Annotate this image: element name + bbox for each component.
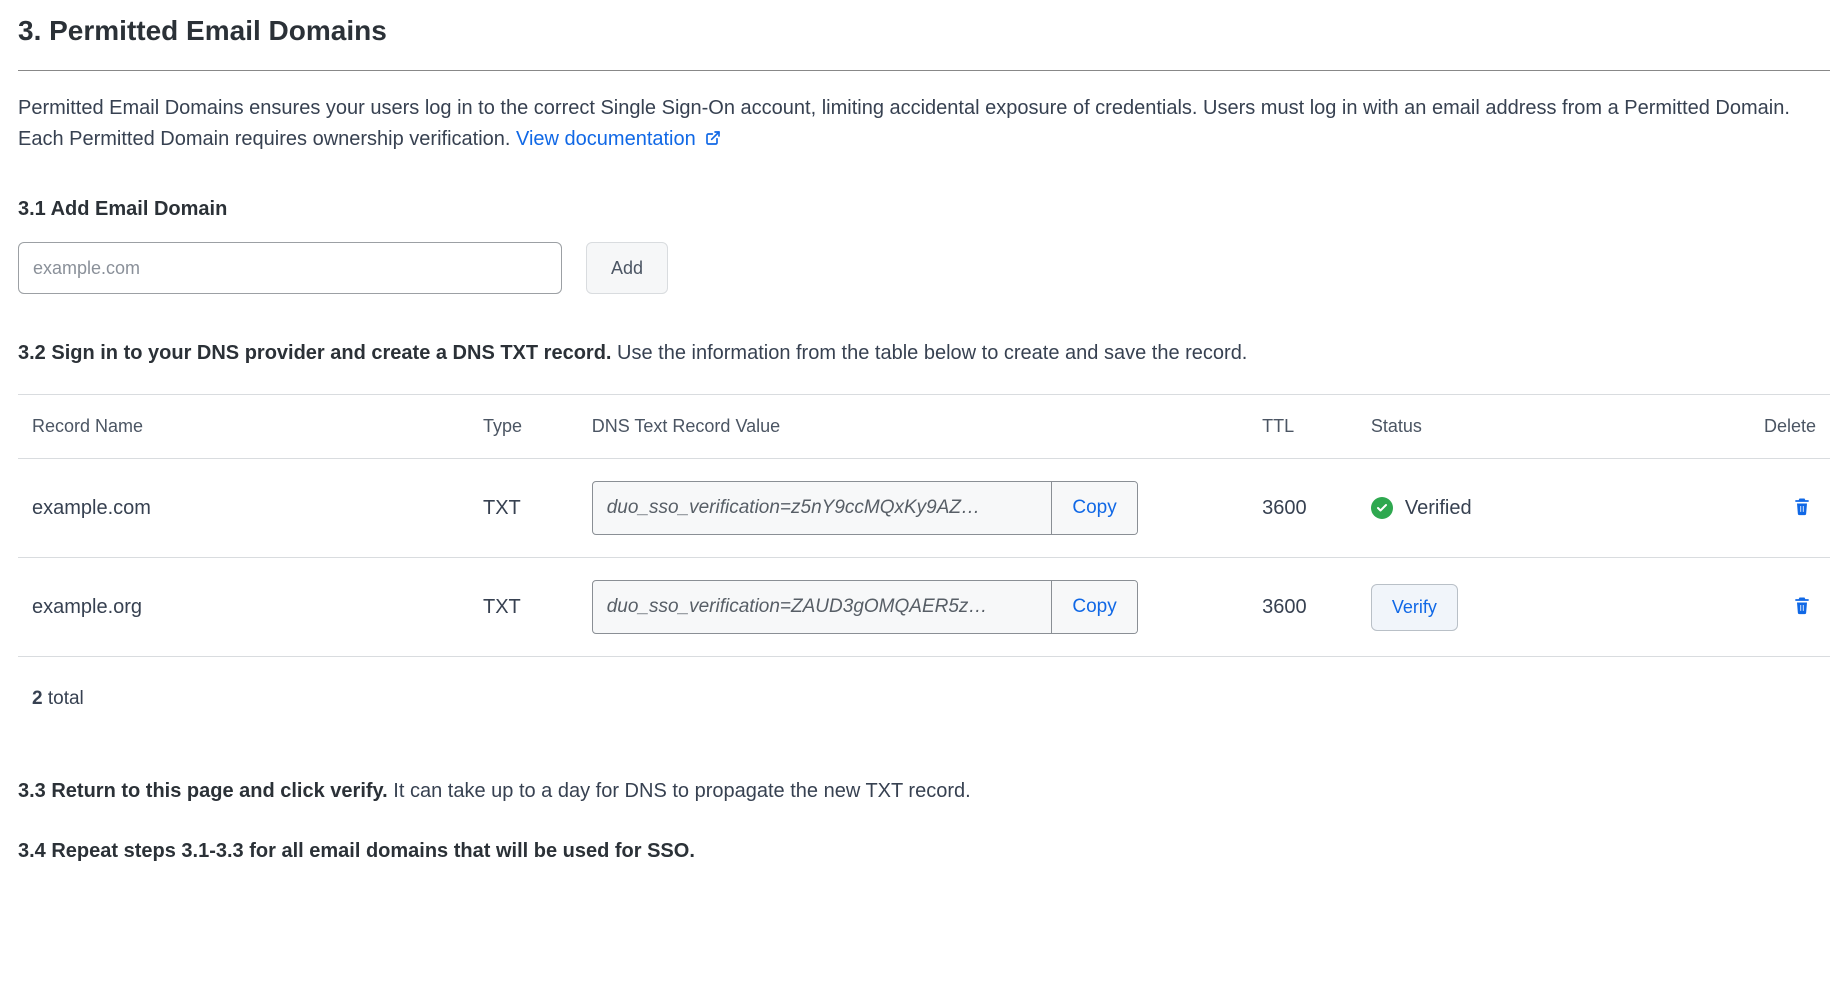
cell-ttl: 3600 <box>1250 558 1359 657</box>
copy-button[interactable]: Copy <box>1051 482 1136 534</box>
th-dns-value: DNS Text Record Value <box>580 395 1250 459</box>
section-title: 3. Permitted Email Domains <box>18 10 1830 52</box>
cell-delete <box>1685 558 1830 657</box>
cell-delete <box>1685 459 1830 558</box>
dns-value-text: duo_sso_verification=z5nY9ccMQxKy9AZ… <box>593 482 1052 534</box>
add-domain-row: Add <box>18 242 1830 294</box>
dns-value-text: duo_sso_verification=ZAUD3gOMQAER5z… <box>593 581 1052 633</box>
external-link-icon <box>705 125 721 156</box>
cell-dns-value: duo_sso_verification=z5nY9ccMQxKy9AZ…Cop… <box>580 459 1250 558</box>
domain-input[interactable] <box>18 242 562 294</box>
th-type: Type <box>471 395 580 459</box>
total-line: 2 total <box>18 685 1830 714</box>
step-3-1-heading: 3.1 Add Email Domain <box>18 194 1830 224</box>
delete-button[interactable] <box>1788 591 1816 622</box>
verify-button[interactable]: Verify <box>1371 584 1458 631</box>
th-status: Status <box>1359 395 1685 459</box>
dns-value-field: duo_sso_verification=z5nY9ccMQxKy9AZ…Cop… <box>592 481 1138 535</box>
step-3-2: 3.2 Sign in to your DNS provider and cre… <box>18 338 1830 368</box>
cell-status: Verify <box>1359 558 1685 657</box>
dns-value-field: duo_sso_verification=ZAUD3gOMQAER5z…Copy <box>592 580 1138 634</box>
intro-text: Permitted Email Domains ensures your use… <box>18 97 1790 150</box>
verified-label: Verified <box>1405 493 1472 523</box>
cell-ttl: 3600 <box>1250 459 1359 558</box>
section-divider <box>18 70 1830 71</box>
cell-type: TXT <box>471 558 580 657</box>
dns-records-table: Record Name Type DNS Text Record Value T… <box>18 394 1830 657</box>
step-3-4-bold: 3.4 Repeat steps 3.1-3.3 for all email d… <box>18 840 695 862</box>
th-ttl: TTL <box>1250 395 1359 459</box>
status-verified: Verified <box>1371 493 1673 523</box>
cell-dns-value: duo_sso_verification=ZAUD3gOMQAER5z…Copy <box>580 558 1250 657</box>
total-count: 2 <box>32 688 43 709</box>
view-documentation-link[interactable]: View documentation <box>516 128 721 150</box>
cell-status: Verified <box>1359 459 1685 558</box>
doc-link-label: View documentation <box>516 128 696 150</box>
copy-button[interactable]: Copy <box>1051 581 1136 633</box>
step-3-3: 3.3 Return to this page and click verify… <box>18 776 1830 806</box>
check-circle-icon <box>1371 497 1393 519</box>
trash-icon <box>1792 504 1812 519</box>
cell-type: TXT <box>471 459 580 558</box>
step-3-2-bold: 3.2 Sign in to your DNS provider and cre… <box>18 342 611 364</box>
cell-record-name: example.org <box>18 558 471 657</box>
add-button[interactable]: Add <box>586 242 668 294</box>
th-delete: Delete <box>1685 395 1830 459</box>
total-label: total <box>43 688 84 709</box>
cell-record-name: example.com <box>18 459 471 558</box>
step-3-3-bold: 3.3 Return to this page and click verify… <box>18 780 388 802</box>
step-3-4: 3.4 Repeat steps 3.1-3.3 for all email d… <box>18 836 1830 866</box>
step-3-2-rest: Use the information from the table below… <box>611 342 1247 364</box>
step-3-3-rest: It can take up to a day for DNS to propa… <box>388 780 971 802</box>
delete-button[interactable] <box>1788 492 1816 523</box>
th-record-name: Record Name <box>18 395 471 459</box>
section-intro: Permitted Email Domains ensures your use… <box>18 93 1830 156</box>
trash-icon <box>1792 603 1812 618</box>
table-row: example.orgTXTduo_sso_verification=ZAUD3… <box>18 558 1830 657</box>
table-row: example.comTXTduo_sso_verification=z5nY9… <box>18 459 1830 558</box>
